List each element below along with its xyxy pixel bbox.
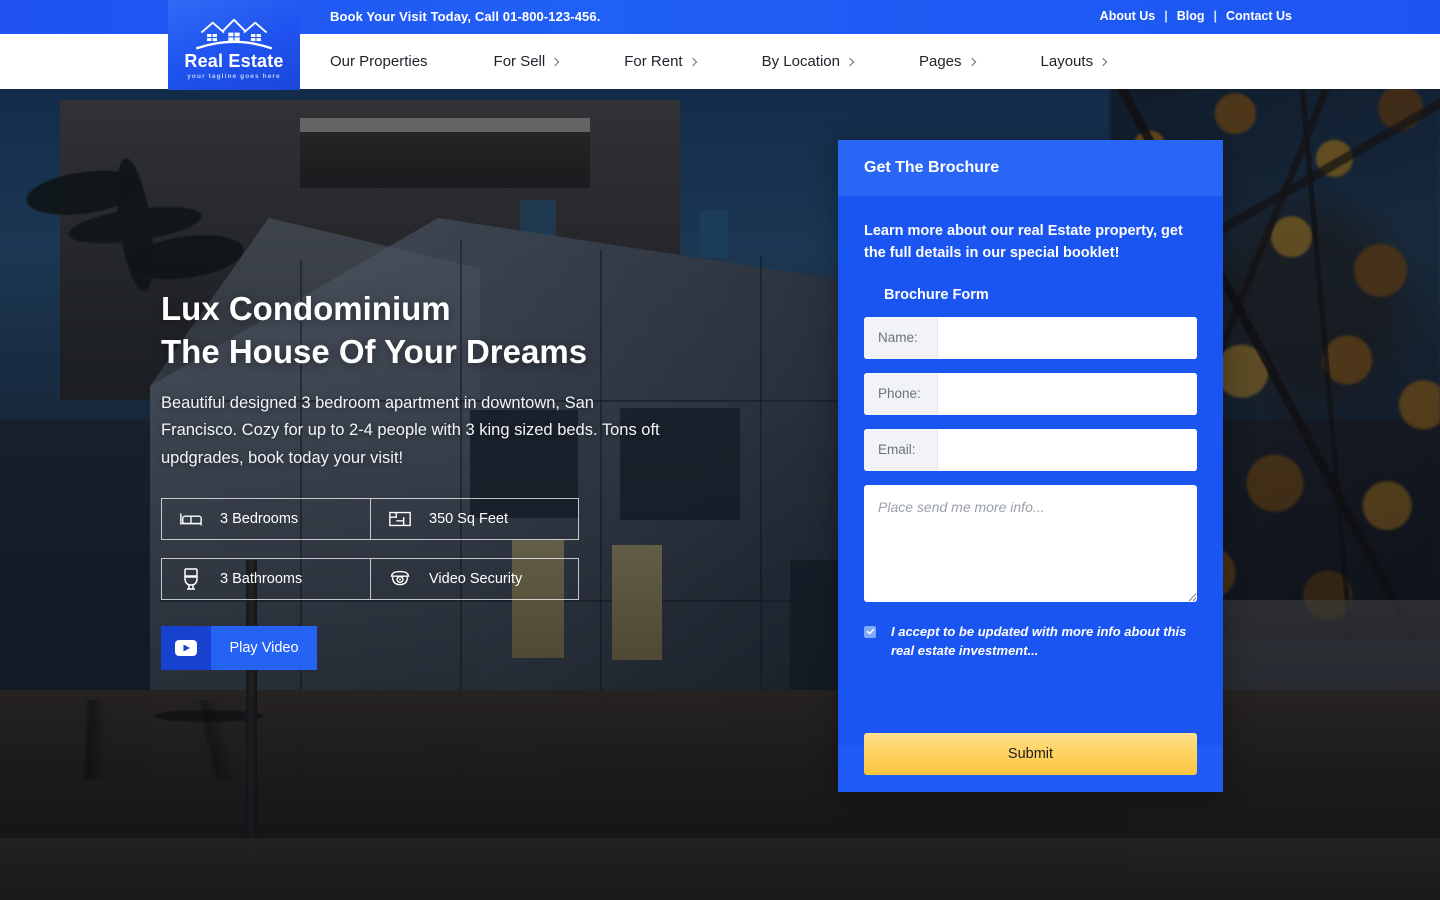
- feature-video-security: Video Security: [370, 557, 579, 600]
- phone-field-row: Phone:: [864, 372, 1197, 415]
- brochure-footer: Submit: [838, 732, 1223, 792]
- phone-field-label: Phone:: [864, 372, 938, 415]
- email-field-row: Email:: [864, 428, 1197, 471]
- email-input[interactable]: [938, 428, 1197, 471]
- brochure-panel: Get The Brochure Learn more about our re…: [838, 140, 1223, 792]
- page-title: Lux Condominium The House Of Your Dreams: [161, 290, 588, 370]
- brochure-form-title: Brochure Form: [884, 286, 989, 303]
- brochure-title: Get The Brochure: [864, 159, 1000, 176]
- brochure-header: Get The Brochure: [838, 140, 1223, 196]
- nav-item-layouts[interactable]: Layouts: [1040, 53, 1108, 70]
- play-video-label: Play Video: [211, 625, 317, 670]
- link-contact-us[interactable]: Contact Us: [1226, 9, 1292, 23]
- utility-links: About Us | Blog | Contact Us: [1100, 9, 1292, 23]
- three-houses-icon: [195, 18, 273, 50]
- separator: |: [1164, 9, 1168, 23]
- feature-label: 350 Sq Feet: [429, 510, 508, 527]
- nav-label: For Rent: [624, 53, 683, 70]
- nav-label: For Sell: [493, 53, 546, 70]
- name-field-label: Name:: [864, 316, 938, 359]
- email-field-label: Email:: [864, 428, 938, 471]
- feature-label: Video Security: [429, 570, 523, 587]
- feature-area: 350 Sq Feet: [370, 497, 579, 540]
- chevron-right-icon: [845, 57, 855, 66]
- nav-label: Layouts: [1040, 53, 1094, 70]
- chevron-right-icon: [1098, 57, 1108, 66]
- feature-bedrooms: 3 Bedrooms: [161, 497, 370, 540]
- accept-terms-label: I accept to be updated with more info ab…: [891, 623, 1187, 658]
- checkmark-icon: [866, 628, 874, 635]
- logo-tagline: your tagline goes here: [187, 73, 281, 80]
- nav-label: Our Properties: [330, 53, 428, 70]
- nav-item-for-rent[interactable]: For Rent: [624, 53, 697, 70]
- nav-label: Pages: [918, 53, 962, 70]
- link-blog[interactable]: Blog: [1177, 9, 1205, 23]
- chevron-right-icon: [550, 57, 560, 66]
- feature-label: 3 Bedrooms: [220, 510, 299, 527]
- nav-item-list: Our Properties For Sell For Rent By Loca…: [330, 34, 1108, 89]
- bed-icon: [162, 510, 220, 528]
- link-about-us[interactable]: About Us: [1100, 9, 1156, 23]
- brochure-body: Learn more about our real Estate propert…: [838, 196, 1223, 745]
- nav-label: By Location: [761, 53, 840, 70]
- nav-item-our-properties[interactable]: Our Properties: [330, 53, 428, 70]
- accept-checkbox[interactable]: [864, 625, 876, 638]
- message-textarea[interactable]: [864, 484, 1197, 602]
- play-video-button[interactable]: Play Video: [161, 625, 317, 670]
- logo-name: Real Estate: [184, 51, 284, 71]
- youtube-play-icon: [161, 625, 211, 670]
- phone-input[interactable]: [938, 372, 1197, 415]
- site-logo[interactable]: Real Estate your tagline goes here: [168, 0, 300, 90]
- separator: |: [1213, 9, 1218, 23]
- nav-item-pages[interactable]: Pages: [918, 53, 976, 70]
- chevron-right-icon: [967, 57, 976, 66]
- toilet-icon: [162, 568, 220, 590]
- brochure-intro-text: Learn more about our real Estate propert…: [864, 223, 1183, 262]
- chevron-right-icon: [688, 57, 697, 66]
- accept-terms-row[interactable]: I accept to be updated with more info ab…: [864, 623, 1197, 661]
- property-feature-grid: 3 Bedrooms 350 Sq Feet 3 Bathrooms Video…: [161, 497, 579, 600]
- feature-bathrooms: 3 Bathrooms: [161, 557, 370, 600]
- floor-area-icon: [371, 510, 429, 528]
- nav-item-by-location[interactable]: By Location: [761, 53, 855, 70]
- name-input[interactable]: [938, 316, 1197, 359]
- feature-label: 3 Bathrooms: [220, 570, 303, 587]
- hero-content: Lux Condominium The House Of Your Dreams…: [161, 288, 781, 670]
- name-field-row: Name:: [864, 316, 1197, 359]
- landing-page: Book Your Visit Today, Call 01-800-123-4…: [0, 0, 1440, 900]
- nav-item-for-sell[interactable]: For Sell: [493, 53, 560, 70]
- phone-text: Book Your Visit Today, Call 01-800-123-4…: [330, 9, 601, 24]
- hero-subtitle: Beautiful designed 3 bedroom apartment i…: [161, 394, 660, 467]
- submit-button[interactable]: Submit: [864, 732, 1197, 775]
- security-camera-icon: [371, 570, 429, 588]
